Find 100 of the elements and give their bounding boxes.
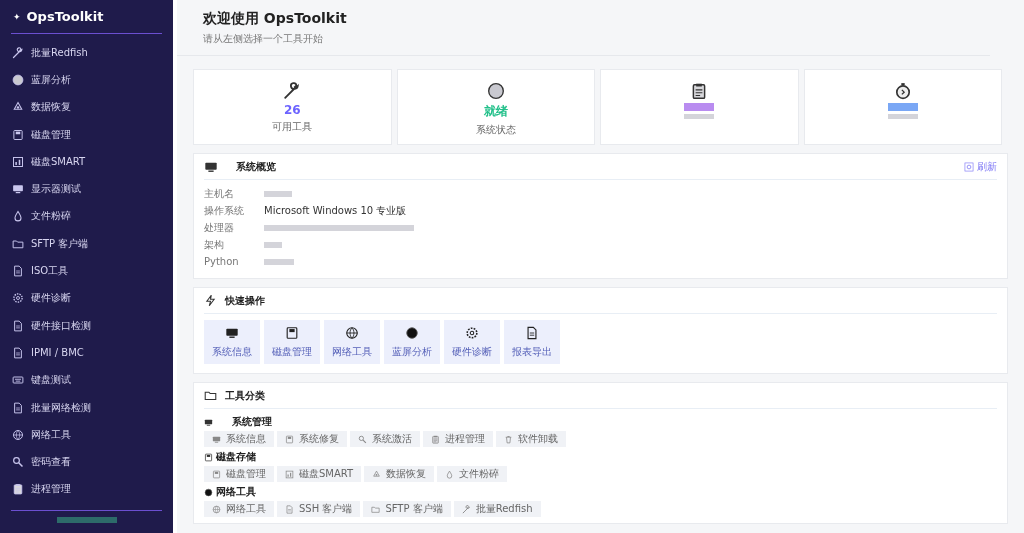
gear-icon — [12, 292, 24, 305]
search-icon — [12, 456, 24, 469]
doc-icon — [525, 325, 539, 340]
tool-chip[interactable]: SSH 客户端 — [277, 501, 361, 517]
blurred-version — [56, 517, 117, 523]
tool-chip[interactable]: 数据恢复 — [364, 466, 435, 482]
info-value: Microsoft Windows 10 专业版 — [264, 203, 407, 218]
sidebar-item[interactable]: 数据恢复 — [12, 93, 173, 121]
blurred-label — [887, 114, 918, 119]
stat-label: 系统状态 — [475, 123, 516, 137]
quick-action-button[interactable]: 磁盘管理 — [264, 320, 320, 364]
quick-action-button[interactable]: 系统信息 — [204, 320, 260, 364]
quick-action-button[interactable]: 硬件诊断 — [444, 320, 500, 364]
info-label: Python — [204, 256, 240, 267]
sidebar-item[interactable]: 硬件接口检测 — [12, 311, 173, 340]
quick-action-button[interactable]: 网络工具 — [324, 320, 380, 364]
blurred-value — [264, 190, 292, 197]
tool-chip[interactable]: 网络工具 — [204, 501, 274, 517]
sidebar-item[interactable]: 进程管理 — [12, 475, 173, 504]
wrench-icon — [12, 46, 24, 59]
tool-chip[interactable]: 系统激活 — [350, 431, 420, 447]
network-tools-heading: 网络工具 — [216, 485, 256, 499]
folder-icon — [371, 504, 381, 514]
info-label: 主机名 — [204, 186, 235, 201]
doc-icon — [12, 401, 24, 414]
folder-icon — [204, 389, 217, 402]
dot-icon — [405, 325, 419, 340]
panel-title: 工具分类 — [225, 388, 265, 403]
blurred-value — [264, 258, 294, 265]
monitor-icon — [12, 183, 24, 196]
disc-icon — [486, 82, 505, 100]
quick-action-button[interactable]: 蓝屏分析 — [384, 320, 440, 364]
refresh-icon — [964, 161, 974, 172]
wrench-icon — [461, 504, 471, 514]
drop-icon — [445, 469, 455, 479]
tool-chip[interactable]: 批量Redfish — [453, 501, 541, 517]
sidebar-item[interactable]: 文件粉碎 — [12, 202, 173, 231]
logo-mark: ✦ — [13, 11, 21, 22]
monitor-icon — [204, 417, 213, 427]
sidebar-item[interactable]: 蓝屏分析 — [12, 66, 173, 94]
stat-label: 可用工具 — [272, 120, 313, 134]
page-title: 欢迎使用 OpsToolkit — [203, 10, 348, 28]
disk-storage-heading: 磁盘存储 — [216, 450, 256, 464]
doc-icon — [12, 346, 24, 359]
chart-icon — [285, 469, 294, 479]
info-label: 操作系统 — [204, 203, 245, 218]
sidebar-item[interactable]: 磁盘管理 — [12, 120, 173, 149]
info-label: 架构 — [204, 237, 225, 252]
monitor-icon — [212, 434, 221, 444]
doc-icon — [12, 319, 24, 332]
gear-icon — [465, 325, 479, 340]
chart-icon — [12, 155, 24, 168]
tool-chip[interactable]: 系统信息 — [204, 431, 274, 447]
blurred-value — [264, 241, 282, 248]
drop-icon — [12, 210, 24, 223]
sidebar-item[interactable]: 密码查看 — [12, 448, 173, 476]
timer-icon — [893, 82, 912, 100]
sidebar-item[interactable]: 磁盘SMART — [12, 148, 173, 176]
stat-value: 26 — [283, 103, 301, 117]
globe-icon — [345, 325, 359, 340]
info-label: 处理器 — [204, 220, 235, 235]
globe-icon — [212, 504, 221, 514]
tool-chip[interactable]: 磁盘SMART — [277, 466, 362, 482]
panel-title: 快速操作 — [225, 293, 265, 308]
stat-value: 就绪 — [483, 103, 508, 120]
quick-action-button[interactable]: 报表导出 — [504, 320, 560, 364]
blurred-label — [684, 114, 715, 119]
sidebar-item[interactable]: IPMI / BMC — [12, 339, 173, 367]
clipboard-icon — [12, 483, 24, 496]
keyboard-icon — [12, 374, 24, 387]
tool-chip[interactable]: SFTP 客户端 — [363, 501, 451, 517]
tool-chip[interactable]: 系统修复 — [277, 431, 347, 447]
tool-chip[interactable]: 软件卸载 — [496, 431, 566, 447]
tool-chip[interactable]: 进程管理 — [423, 431, 493, 447]
refresh-button[interactable]: 刷新 — [964, 159, 997, 174]
folder-icon — [12, 237, 24, 250]
clipboard-icon — [431, 434, 440, 444]
sidebar-item[interactable]: 键盘测试 — [12, 366, 173, 394]
sidebar-item[interactable]: ISO工具 — [12, 257, 173, 285]
sidebar-item[interactable]: 显示器测试 — [12, 175, 173, 203]
doc-icon — [12, 265, 24, 277]
sidebar-item[interactable]: 批量Redfish — [12, 39, 173, 67]
system-management-heading: 系统管理 — [232, 415, 272, 429]
page-subtitle: 请从左侧选择一个工具开始 — [203, 32, 324, 46]
globe-icon — [12, 428, 24, 441]
disc-icon — [12, 73, 24, 86]
tool-chip[interactable]: 文件粉碎 — [437, 466, 508, 482]
tool-chip[interactable]: 磁盘管理 — [204, 466, 274, 482]
sidebar-item[interactable]: 硬件诊断 — [12, 284, 173, 312]
panel-title: 系统概览 — [236, 159, 276, 174]
sidebar-item[interactable]: 网络工具 — [12, 421, 173, 449]
app-title: OpsToolkit — [26, 9, 104, 24]
sidebar-item[interactable]: 批量网络检测 — [12, 393, 173, 422]
doc-icon — [285, 504, 294, 514]
trash-icon — [504, 434, 513, 444]
dot-icon — [204, 487, 213, 497]
bolt-icon — [204, 294, 217, 307]
search-icon — [358, 434, 367, 444]
wrench-icon — [283, 82, 302, 100]
sidebar-item[interactable]: SFTP 客户端 — [12, 230, 173, 258]
